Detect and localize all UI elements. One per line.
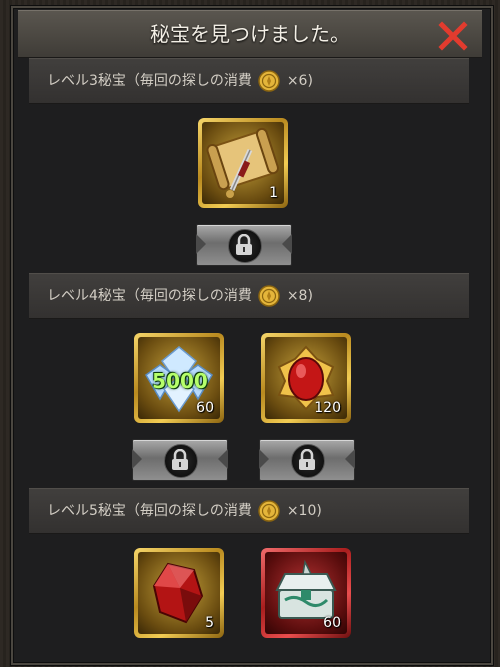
lock-icon	[172, 449, 188, 470]
section-level4-label: レベル4秘宝（毎回の探しの消費	[47, 288, 252, 304]
section-level3-cost: ×6)	[286, 73, 313, 89]
coin-icon	[258, 285, 281, 307]
coin-icon	[258, 500, 281, 522]
section-level5-header: レベル5秘宝（毎回の探しの消費 ×10)	[29, 488, 469, 534]
section-level3-header: レベル3秘宝（毎回の探しの消費 ×6)	[29, 58, 469, 104]
reward-count: 1	[269, 185, 278, 201]
section-level5-label: レベル5秘宝（毎回の探しの消費	[47, 503, 252, 519]
unlock-button[interactable]	[259, 439, 355, 481]
treasure-dialog	[11, 6, 493, 665]
reward-count: 120	[314, 400, 341, 416]
coin-icon	[258, 70, 281, 92]
close-button[interactable]	[438, 21, 468, 51]
unlock-button[interactable]	[196, 224, 292, 266]
dialog-titlebar: 秘宝を見つけました。	[18, 10, 482, 58]
section-level3-label: レベル3秘宝（毎回の探しの消費	[47, 73, 252, 89]
section-level4-header: レベル4秘宝（毎回の探しの消費 ×8)	[29, 273, 469, 319]
dialog-title: 秘宝を見つけました。	[150, 22, 350, 46]
reward-slot-red-emblem[interactable]: 120	[261, 333, 351, 423]
section-level5-cost: ×10)	[286, 503, 322, 519]
lock-icon	[236, 234, 252, 255]
reward-count: 5	[205, 615, 214, 631]
close-icon	[438, 21, 468, 51]
reward-slot-diamonds[interactable]: 5000 60	[134, 333, 224, 423]
reward-slot-scroll[interactable]: 1	[198, 118, 288, 208]
reward-slot-jade-chest[interactable]: 60	[261, 548, 351, 638]
reward-badge: 5000	[152, 369, 208, 393]
reward-count: 60	[323, 615, 341, 631]
unlock-button[interactable]	[132, 439, 228, 481]
reward-count: 60	[196, 400, 214, 416]
lock-icon	[299, 449, 315, 470]
reward-slot-red-crystal[interactable]: 5	[134, 548, 224, 638]
section-level4-cost: ×8)	[286, 288, 313, 304]
